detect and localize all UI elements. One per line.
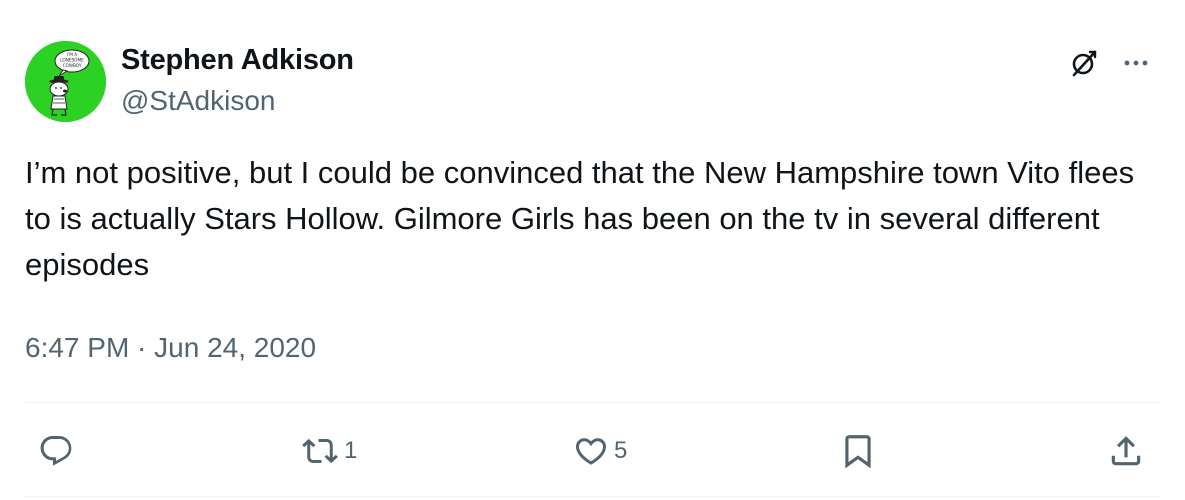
retweet-button[interactable]: 1: [300, 431, 357, 471]
retweet-icon: [300, 433, 340, 469]
tweet-card: I'M A LONESOME COWBOY Stephen Adkison @S…: [0, 0, 1185, 500]
avatar-image: I'M A LONESOME COWBOY: [25, 41, 106, 122]
tweet-timestamp[interactable]: 6:47 PM · Jun 24, 2020: [25, 332, 316, 364]
share-button[interactable]: [1107, 431, 1145, 471]
author-handle[interactable]: @StAdkison: [121, 85, 276, 117]
grok-icon[interactable]: [1066, 45, 1102, 81]
bookmark-icon: [839, 432, 877, 470]
svg-text:LONESOME: LONESOME: [60, 58, 84, 63]
divider-bottom: [25, 496, 1160, 497]
author-display-name[interactable]: Stephen Adkison: [121, 44, 354, 77]
like-count: 5: [614, 437, 628, 464]
reply-icon: [38, 433, 74, 469]
tweet-text: I’m not positive, but I could be convinc…: [25, 155, 1135, 282]
bookmark-button[interactable]: [839, 431, 877, 471]
svg-text:I'M A: I'M A: [67, 52, 77, 57]
heart-icon: [572, 433, 610, 469]
like-button[interactable]: 5: [572, 431, 627, 471]
share-icon: [1107, 432, 1145, 470]
divider-top: [25, 402, 1160, 403]
more-icon[interactable]: [1118, 45, 1154, 81]
svg-text:COWBOY: COWBOY: [63, 63, 82, 68]
reply-button[interactable]: [38, 431, 78, 471]
retweet-count: 1: [344, 437, 358, 464]
avatar[interactable]: I'M A LONESOME COWBOY: [25, 41, 106, 122]
